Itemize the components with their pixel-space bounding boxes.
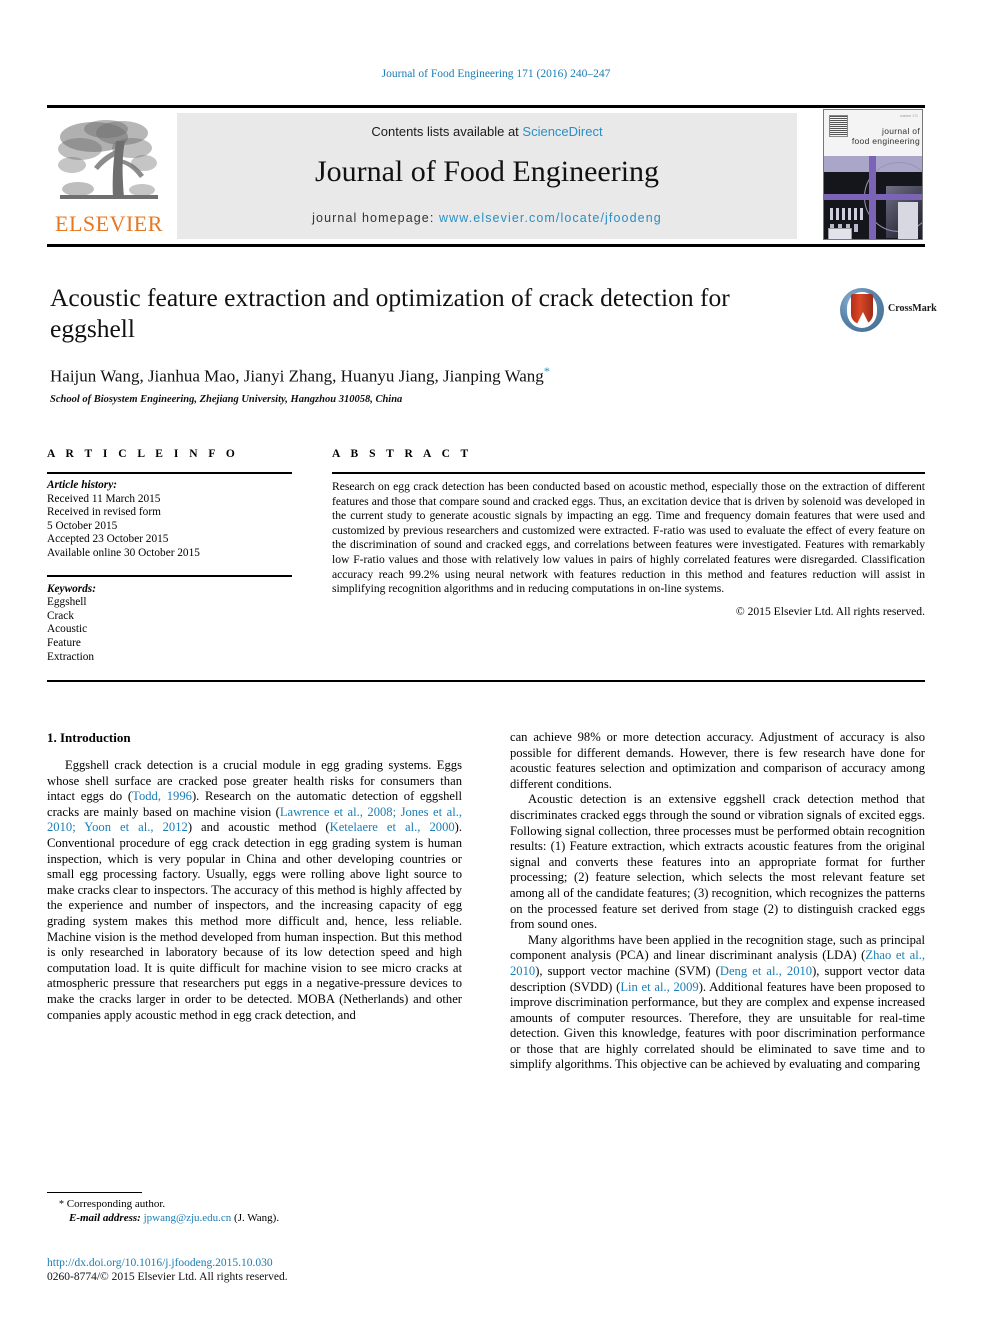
elsevier-wordmark: ELSEVIER	[55, 211, 163, 236]
cover-title-line1: journal of	[882, 126, 920, 136]
cover-title-line2: food engineering	[851, 136, 920, 146]
sciencedirect-link[interactable]: ScienceDirect	[522, 124, 602, 139]
doi-block: http://dx.doi.org/10.1016/j.jfoodeng.201…	[47, 1257, 477, 1283]
crossmark-icon	[840, 288, 884, 332]
history-item: Accepted 23 October 2015	[47, 533, 169, 546]
paragraph-right-2: Acoustic detection is an extensive eggsh…	[510, 792, 925, 932]
crossmark-book-icon	[851, 294, 873, 324]
elsevier-tree-icon	[58, 120, 158, 199]
corresponding-author-note: * Corresponding author.	[47, 1198, 462, 1212]
keyword-item: Extraction	[47, 650, 95, 663]
info-rule-mid	[47, 574, 292, 577]
doi-link[interactable]: http://dx.doi.org/10.1016/j.jfoodeng.201…	[47, 1257, 477, 1269]
article-info-heading: A R T I C L E I N F O	[47, 448, 239, 460]
citation-deng-2010[interactable]: Deng et al., 2010	[720, 964, 812, 978]
journal-title: Journal of Food Engineering	[314, 155, 660, 188]
masthead-center-panel: Contents lists available at ScienceDirec…	[177, 113, 797, 239]
journal-masthead: ELSEVIER Contents lists available at Sci…	[47, 105, 925, 247]
homepage-prefix: journal homepage:	[312, 211, 439, 225]
footnote-rule	[47, 1192, 142, 1193]
journal-cover-thumbnail: volume 171 journal of food engineering	[823, 109, 923, 240]
abstract-rule-top	[332, 472, 925, 474]
paragraph-right-3: Many algorithms have been applied in the…	[510, 933, 925, 1073]
abstract-copyright: © 2015 Elsevier Ltd. All rights reserved…	[735, 604, 925, 618]
running-head: Journal of Food Engineering 171 (2016) 2…	[381, 68, 611, 80]
email-label: E-mail address:	[69, 1211, 141, 1224]
corresponding-author-text: Corresponding author.	[64, 1198, 166, 1210]
history-item: Received in revised form	[47, 506, 161, 519]
keyword-item: Crack	[47, 609, 74, 622]
journal-homepage-line: journal homepage: www.elsevier.com/locat…	[177, 211, 797, 225]
history-item: 5 October 2015	[47, 519, 118, 532]
history-item: Received 11 March 2015	[47, 492, 161, 505]
article-title-block: Acoustic feature extraction and optimiza…	[50, 282, 840, 405]
cover-artwork	[824, 156, 922, 239]
keyword-item: Eggshell	[47, 596, 87, 609]
journal-homepage-link[interactable]: www.elsevier.com/locate/jfoodeng	[439, 211, 662, 225]
section-divider-rule	[47, 680, 925, 682]
issn-copyright-line: 0260-8774/© 2015 Elsevier Ltd. All right…	[47, 1271, 288, 1283]
body-column-right: can achieve 98% or more detection accura…	[510, 730, 925, 1073]
keywords-label: Keywords:	[47, 582, 96, 595]
article-info-column: Article history: Received 11 March 2015 …	[47, 472, 292, 664]
footnote-block: * Corresponding author. E-mail address: …	[47, 1192, 462, 1225]
citation-lin-2009[interactable]: Lin et al., 2009	[620, 980, 698, 994]
email-link[interactable]: jpwang@zju.edu.cn	[144, 1212, 232, 1224]
cover-art-lines-a	[830, 208, 864, 220]
citation-todd-1996[interactable]: Todd, 1996	[132, 789, 192, 803]
keyword-item: Acoustic	[47, 623, 88, 636]
author-list: Haijun Wang, Jianhua Mao, Jianyi Zhang, …	[50, 364, 840, 387]
abstract-heading: A B S T R A C T	[332, 448, 473, 460]
cover-art-bottom-box	[828, 228, 852, 239]
corresponding-author-marker: *	[543, 364, 550, 378]
abstract-column: Research on egg crack detection has been…	[332, 472, 925, 618]
author-names: Haijun Wang, Jianhua Mao, Jianyi Zhang, …	[50, 366, 544, 386]
contents-available-line: Contents lists available at ScienceDirec…	[177, 124, 797, 139]
email-owner: (J. Wang).	[231, 1211, 280, 1224]
right-text-a: Many algorithms have been applied in the…	[510, 932, 925, 963]
cover-journal-title: journal of food engineering	[846, 126, 920, 146]
history-item: Available online 30 October 2015	[47, 546, 200, 559]
section-heading-introduction: 1. Introduction	[47, 730, 131, 745]
cover-art-cross-horizontal	[824, 194, 922, 200]
crossmark-badge[interactable]: CrossMark	[840, 288, 937, 334]
intro-text-d: ). Conventional procedure of egg crack d…	[47, 820, 463, 1022]
paragraph-right-1: can achieve 98% or more detection accura…	[510, 730, 925, 791]
article-history-block: Article history: Received 11 March 2015 …	[47, 479, 292, 561]
keywords-block: Keywords: Eggshell Crack Acoustic Featur…	[47, 583, 292, 665]
author-affiliation: School of Biosystem Engineering, Zhejian…	[50, 393, 403, 405]
email-note: E-mail address: jpwang@zju.edu.cn (J. Wa…	[47, 1212, 462, 1226]
page-title: Acoustic feature extraction and optimiza…	[50, 283, 730, 343]
cover-art-white-block	[898, 202, 918, 239]
body-column-left: 1. Introduction Eggshell crack detection…	[47, 730, 462, 1023]
info-rule-top	[47, 472, 292, 474]
article-history-label: Article history:	[47, 479, 117, 491]
intro-text-c: ) and acoustic method (	[187, 820, 330, 835]
keyword-item: Feature	[47, 636, 81, 649]
right-text-b: ), support vector machine (SVM) (	[535, 963, 720, 978]
citation-ketelaere-2000[interactable]: Ketelaere et al., 2000	[330, 820, 455, 834]
cover-volume-text: volume 171	[899, 114, 918, 118]
crossmark-label: CrossMark	[888, 303, 937, 314]
contents-prefix: Contents lists available at	[371, 124, 523, 139]
cover-header-area: volume 171 journal of food engineering	[824, 110, 922, 156]
paper-page: Journal of Food Engineering 171 (2016) 2…	[0, 0, 992, 1323]
paragraph-intro-1: Eggshell crack detection is a crucial mo…	[47, 758, 462, 1023]
abstract-text: Research on egg crack detection has been…	[332, 480, 925, 596]
elsevier-logo: ELSEVIER	[50, 113, 168, 239]
